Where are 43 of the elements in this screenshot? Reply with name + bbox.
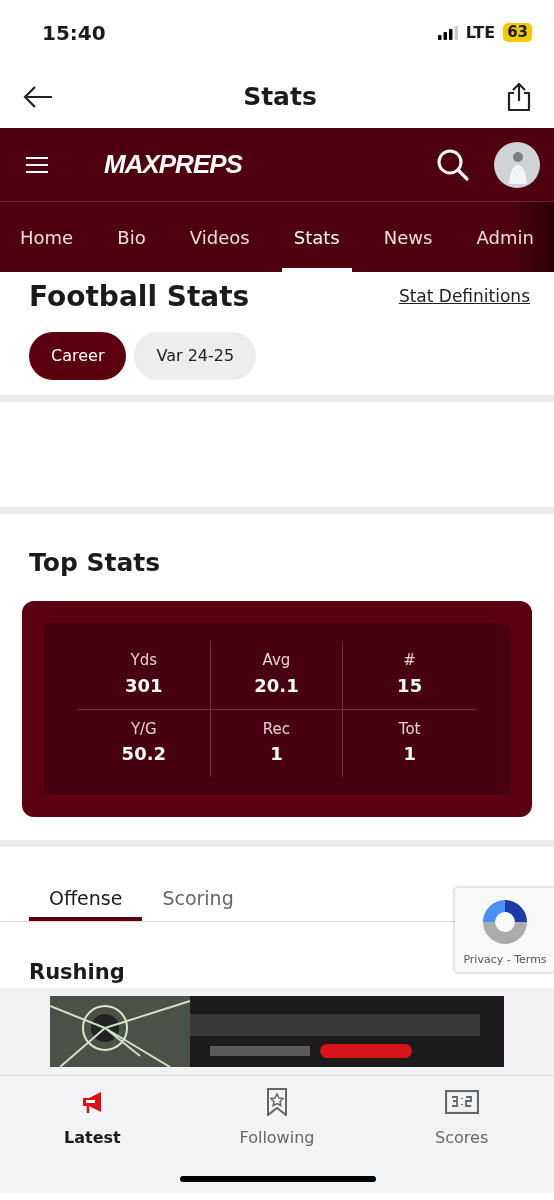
- stat-value: 20.1: [253, 673, 300, 698]
- season-chip[interactable]: Var 24-25: [134, 331, 257, 380]
- stat-value: 15: [396, 673, 424, 698]
- nav-tab[interactable]: News: [371, 202, 445, 272]
- nav-tab[interactable]: Stats: [281, 202, 352, 272]
- search-button[interactable]: [436, 147, 470, 182]
- battery-level: 63: [503, 23, 532, 42]
- stat-label: Yds: [129, 650, 159, 672]
- stat-label: Y/G: [129, 718, 158, 740]
- signal-icon: [437, 25, 458, 40]
- definitions-link[interactable]: Stat Definitions: [398, 284, 530, 310]
- nav-tab[interactable]: Bio: [105, 202, 158, 272]
- stat-label: Avg: [261, 650, 292, 672]
- bottom-tab[interactable]: Latest: [32, 1086, 153, 1151]
- stat-value: 301: [124, 673, 164, 698]
- section-title: Top Stats: [28, 546, 162, 579]
- category-tab[interactable]: Offense: [29, 875, 143, 922]
- scoreboard-icon: [444, 1090, 479, 1115]
- section-title: Rushing: [29, 960, 125, 986]
- nav-tab[interactable]: Home: [8, 202, 86, 272]
- network-label: LTE: [465, 21, 496, 44]
- stat-label: Rec: [261, 718, 292, 740]
- nav-tab[interactable]: Videos: [177, 202, 262, 272]
- recaptcha-links[interactable]: Privacy - Terms: [455, 952, 554, 969]
- stat-value: 50.2: [120, 742, 168, 767]
- megaphone-icon: [82, 1090, 103, 1114]
- stat-label: Tot: [397, 718, 422, 740]
- stat-label: #: [402, 650, 417, 672]
- nav-tab[interactable]: Admin: [464, 202, 546, 272]
- bottom-tab[interactable]: Scores: [401, 1086, 522, 1151]
- section-heading: Football Stats: [29, 280, 250, 314]
- bottom-tab[interactable]: Following: [217, 1086, 337, 1151]
- page-title: Stats: [243, 80, 317, 113]
- season-chip[interactable]: Career: [29, 331, 127, 380]
- stat-value: 1: [269, 742, 284, 767]
- category-tab[interactable]: Scoring: [142, 875, 254, 922]
- avatar[interactable]: [494, 141, 540, 188]
- back-button[interactable]: [22, 84, 54, 109]
- stat-value: 1: [402, 742, 417, 767]
- share-button[interactable]: [506, 81, 532, 112]
- clock: 15:40: [42, 19, 106, 47]
- logo: MAXPREPS: [104, 148, 242, 181]
- bookmark-star-icon: [267, 1088, 287, 1117]
